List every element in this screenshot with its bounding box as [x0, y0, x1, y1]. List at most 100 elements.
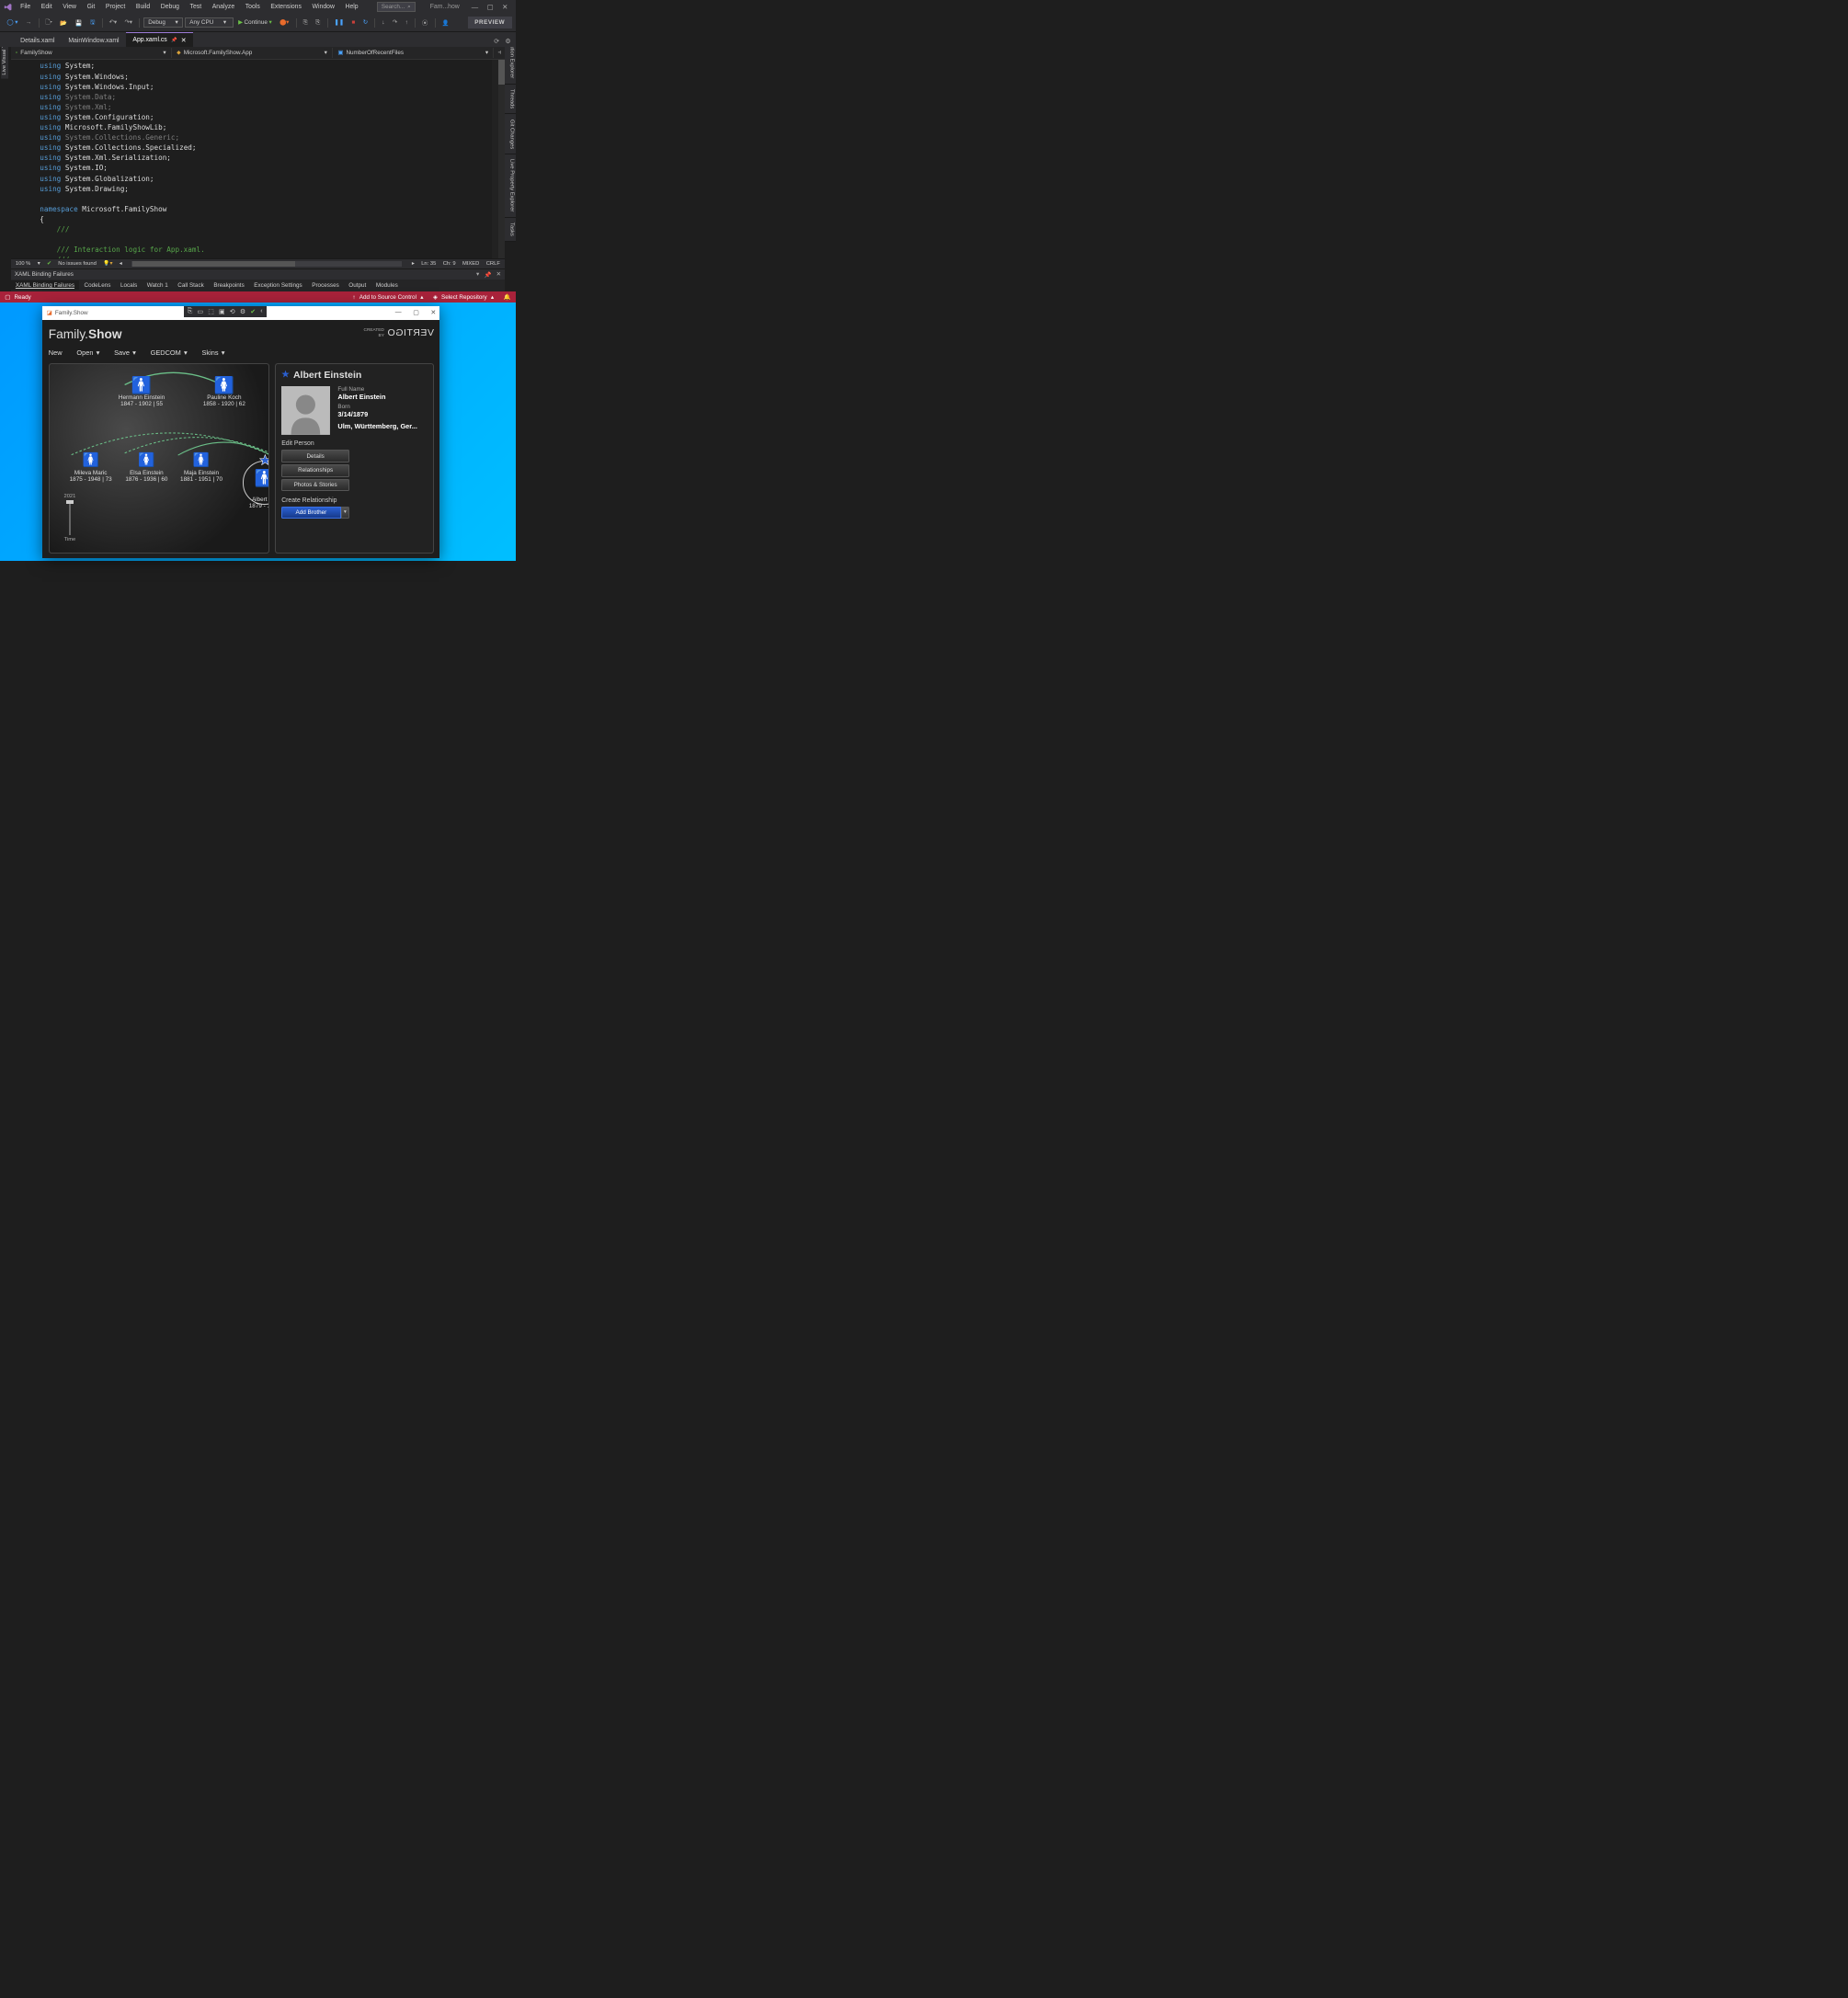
photos-stories-button[interactable]: Photos & Stories	[281, 479, 349, 491]
forward-button[interactable]: →	[23, 17, 35, 28]
rt-icon[interactable]: ▣	[219, 308, 224, 315]
time-slider[interactable]: 2021 Time	[60, 494, 79, 542]
familyshow-titlebar[interactable]: ◪ Family.Show ⎘ ▭ ⬚ ▣ ⟲ ⚙ ✔ ‹ — ▢ ✕	[42, 306, 439, 321]
preview-button[interactable]: PREVIEW	[468, 17, 512, 29]
open-file-button[interactable]: 📂	[57, 17, 70, 29]
select-repo[interactable]: Select Repository	[441, 294, 487, 301]
menu-test[interactable]: Test	[186, 2, 205, 12]
person-elsa[interactable]: 🚺 Elsa Einstein 1876 - 1936 | 60	[120, 453, 173, 483]
bell-icon[interactable]: 🔔	[504, 293, 511, 301]
fsw-menu-gedcom[interactable]: GEDCOM ▾	[151, 348, 188, 357]
new-item-button[interactable]: 🗋▾	[42, 16, 55, 29]
restart-icon[interactable]: ↻	[360, 17, 371, 28]
tooltab-xaml[interactable]: XAML Binding Failures	[11, 280, 80, 290]
relationships-button[interactable]: Relationships	[281, 464, 349, 476]
split-icon[interactable]: ⫞	[494, 48, 505, 58]
close-tab-icon[interactable]: ✕	[181, 37, 187, 44]
fsw-menu-new[interactable]: New	[49, 348, 63, 357]
fsw-menu-open[interactable]: Open ▾	[76, 348, 99, 357]
save-all-button[interactable]: 🖫	[87, 16, 98, 29]
git-changes-tab[interactable]: Git Changes	[505, 114, 516, 154]
tab-mainwindow-xaml[interactable]: MainWindow.xaml	[62, 33, 126, 46]
pause-icon[interactable]: ❚❚	[331, 17, 347, 28]
nav-class[interactable]: ⬥Microsoft.FamilyShow.App▾	[172, 48, 333, 58]
tooltab-breakpoints[interactable]: Breakpoints	[209, 280, 249, 290]
rt-icon[interactable]: ▭	[198, 308, 203, 315]
back-button[interactable]: ◯ ▾	[4, 17, 20, 28]
menu-window[interactable]: Window	[308, 2, 338, 12]
person-hermann[interactable]: 🚹 Hermann Einstein 1847 - 1902 | 55	[112, 378, 170, 407]
rt-icon[interactable]: ⎘	[188, 308, 193, 315]
maximize-icon[interactable]: ▢	[487, 3, 494, 11]
step-icon2[interactable]: ⎘	[313, 17, 323, 29]
menu-extensions[interactable]: Extensions	[267, 2, 305, 12]
code-content[interactable]: using System; using System.Windows; usin…	[40, 60, 492, 257]
person-pauline[interactable]: 🚺 Pauline Koch 1858 - 1920 | 62	[195, 378, 253, 407]
tooltab-callstack[interactable]: Call Stack	[173, 280, 209, 290]
menu-build[interactable]: Build	[132, 2, 154, 12]
code-editor[interactable]: using System; using System.Windows; usin…	[11, 60, 506, 257]
rt-icon[interactable]: ✔	[250, 308, 256, 315]
rt-icon[interactable]: ⚙	[240, 308, 245, 315]
platform-dropdown[interactable]: Any CPU▾	[185, 17, 234, 28]
add-brother-button[interactable]: Add Brother ▾	[281, 507, 349, 519]
tooltab-output[interactable]: Output	[344, 280, 371, 290]
tooltab-locals[interactable]: Locals	[116, 280, 143, 290]
step-out-icon[interactable]: ↑	[402, 17, 410, 28]
save-button[interactable]: 💾	[72, 17, 85, 29]
redo-button[interactable]: ↷▾	[121, 17, 135, 28]
tooltab-exception[interactable]: Exception Settings	[249, 280, 307, 290]
tab-app-xaml-cs[interactable]: App.xaml.cs 📌 ✕	[126, 32, 193, 46]
search-input[interactable]: Search... ⌕	[377, 2, 416, 12]
hot-reload-icon[interactable]: ⬤▾	[277, 17, 292, 28]
menu-tools[interactable]: Tools	[242, 2, 264, 12]
line-ending[interactable]: CRLF	[486, 261, 500, 267]
sync-icon[interactable]: ⟳	[494, 38, 499, 45]
person-mileva[interactable]: 🚺 Mileva Maric 1875 - 1948 | 73	[64, 453, 118, 483]
pin-icon[interactable]: 📌	[484, 271, 491, 279]
rt-icon[interactable]: ⬚	[208, 308, 213, 315]
details-button[interactable]: Details	[281, 450, 349, 462]
fsw-menu-save[interactable]: Save ▾	[114, 348, 136, 357]
person-photo[interactable]	[281, 386, 330, 435]
rt-icon[interactable]: ⟲	[230, 308, 235, 315]
undo-button[interactable]: ↶▾	[106, 17, 120, 28]
step-icon[interactable]: ⎘	[300, 17, 310, 29]
horizontal-scrollbar[interactable]	[131, 261, 402, 267]
zoom-level[interactable]: 100 %	[16, 261, 30, 267]
tab-details-xaml[interactable]: Details.xaml	[14, 33, 62, 46]
pin-icon[interactable]: 📌	[171, 38, 177, 43]
fsw-menu-skins[interactable]: Skins ▾	[201, 348, 224, 357]
nav-member[interactable]: ▣NumberOfRecentFiles▾	[333, 48, 494, 57]
step-into-icon[interactable]: ↓	[379, 17, 387, 28]
dropdown-icon[interactable]: ▾	[476, 271, 479, 279]
tooltab-codelens[interactable]: CodeLens	[79, 280, 115, 290]
fsw-minimize-icon[interactable]: —	[395, 309, 402, 316]
menu-file[interactable]: File	[17, 2, 35, 12]
vertical-scrollbar[interactable]	[498, 60, 505, 257]
fsw-maximize-icon[interactable]: ▢	[413, 309, 418, 316]
issues-label[interactable]: No issues found	[58, 261, 97, 267]
menu-debug[interactable]: Debug	[157, 2, 184, 12]
tooltab-watch1[interactable]: Watch 1	[143, 280, 174, 290]
breakpoint-icon[interactable]: ⦿	[419, 17, 431, 29]
rt-collapse-icon[interactable]: ‹	[260, 308, 262, 315]
menu-help[interactable]: Help	[341, 2, 362, 12]
menu-edit[interactable]: Edit	[38, 2, 56, 12]
indent-mode[interactable]: MIXED	[462, 261, 479, 267]
family-tree-panel[interactable]: 🚹 Hermann Einstein 1847 - 1902 | 55 🚺 Pa…	[49, 363, 269, 554]
threads-tab[interactable]: Threads	[505, 85, 516, 115]
menu-project[interactable]: Project	[102, 2, 130, 12]
debug-runtime-toolbar[interactable]: ⎘ ▭ ⬚ ▣ ⟲ ⚙ ✔ ‹	[184, 306, 267, 317]
add-source-control[interactable]: Add to Source Control	[359, 294, 416, 301]
close-toolwin-icon[interactable]: ✕	[496, 271, 501, 279]
step-over-icon[interactable]: ↷	[390, 17, 401, 28]
close-icon[interactable]: ✕	[502, 3, 508, 11]
person-maja[interactable]: 🚺 Maja Einstein 1881 - 1951 | 70	[175, 453, 228, 483]
feedback-icon[interactable]: 👤	[439, 17, 451, 29]
tooltab-processes[interactable]: Processes	[307, 280, 344, 290]
tooltab-modules[interactable]: Modules	[371, 280, 403, 290]
add-dropdown-icon[interactable]: ▾	[341, 507, 350, 519]
nav-project[interactable]: ▫FamilyShow▾	[11, 48, 172, 57]
settings-icon[interactable]: ⚙	[505, 38, 510, 45]
